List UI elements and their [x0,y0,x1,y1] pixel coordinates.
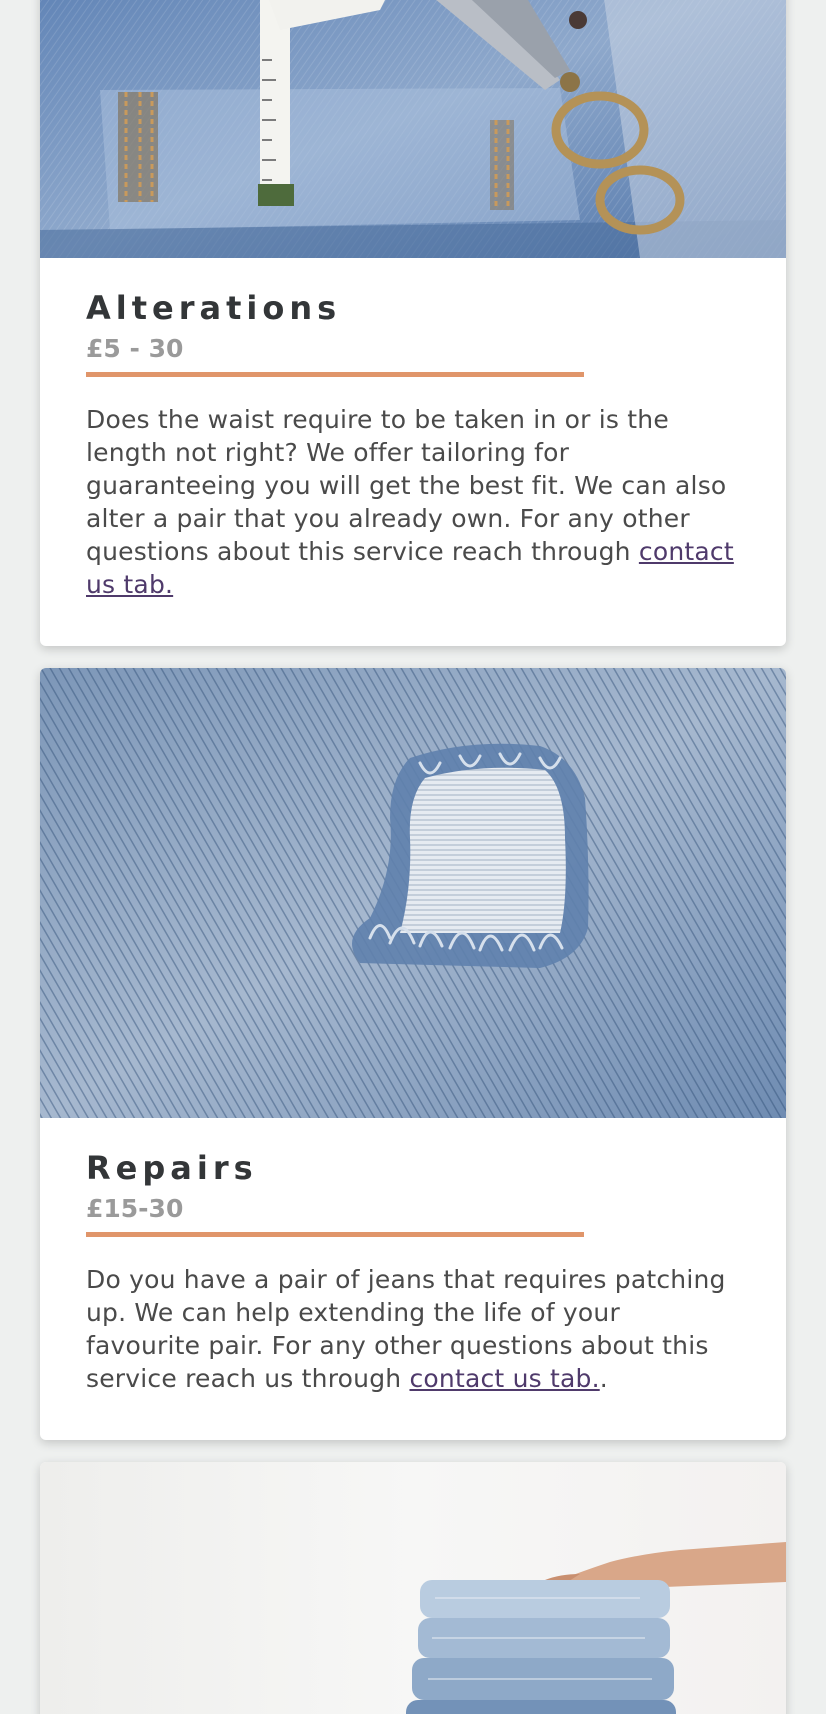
service-price: £5 - 30 [86,334,184,363]
service-description: Does the waist require to be taken in or… [86,403,740,601]
jeans-tape-measure-scissors-image [40,0,786,258]
service-card-body: Alterations £5 - 30 Does the waist requi… [40,258,786,601]
folded-jeans-stack-image [40,1462,786,1714]
accent-divider [86,372,584,377]
service-card-repairs: Repairs £15-30 Do you have a pair of jea… [40,668,786,1440]
ripped-denim-image [40,668,786,1118]
services-page: Alterations £5 - 30 Does the waist requi… [0,0,826,1714]
service-card-third [40,1462,786,1714]
service-description-text: Do you have a pair of jeans that require… [86,1265,726,1393]
accent-divider [86,1232,584,1237]
service-description-text: Does the waist require to be taken in or… [86,405,727,566]
contact-us-link[interactable]: contact us tab. [409,1364,599,1393]
service-card-body: Repairs £15-30 Do you have a pair of jea… [40,1118,786,1395]
service-price: £15-30 [86,1194,184,1223]
service-card-alterations: Alterations £5 - 30 Does the waist requi… [40,0,786,646]
service-title: Repairs [86,1149,258,1187]
description-trailing: . [599,1364,608,1393]
service-title: Alterations [86,289,342,327]
service-description: Do you have a pair of jeans that require… [86,1263,740,1395]
